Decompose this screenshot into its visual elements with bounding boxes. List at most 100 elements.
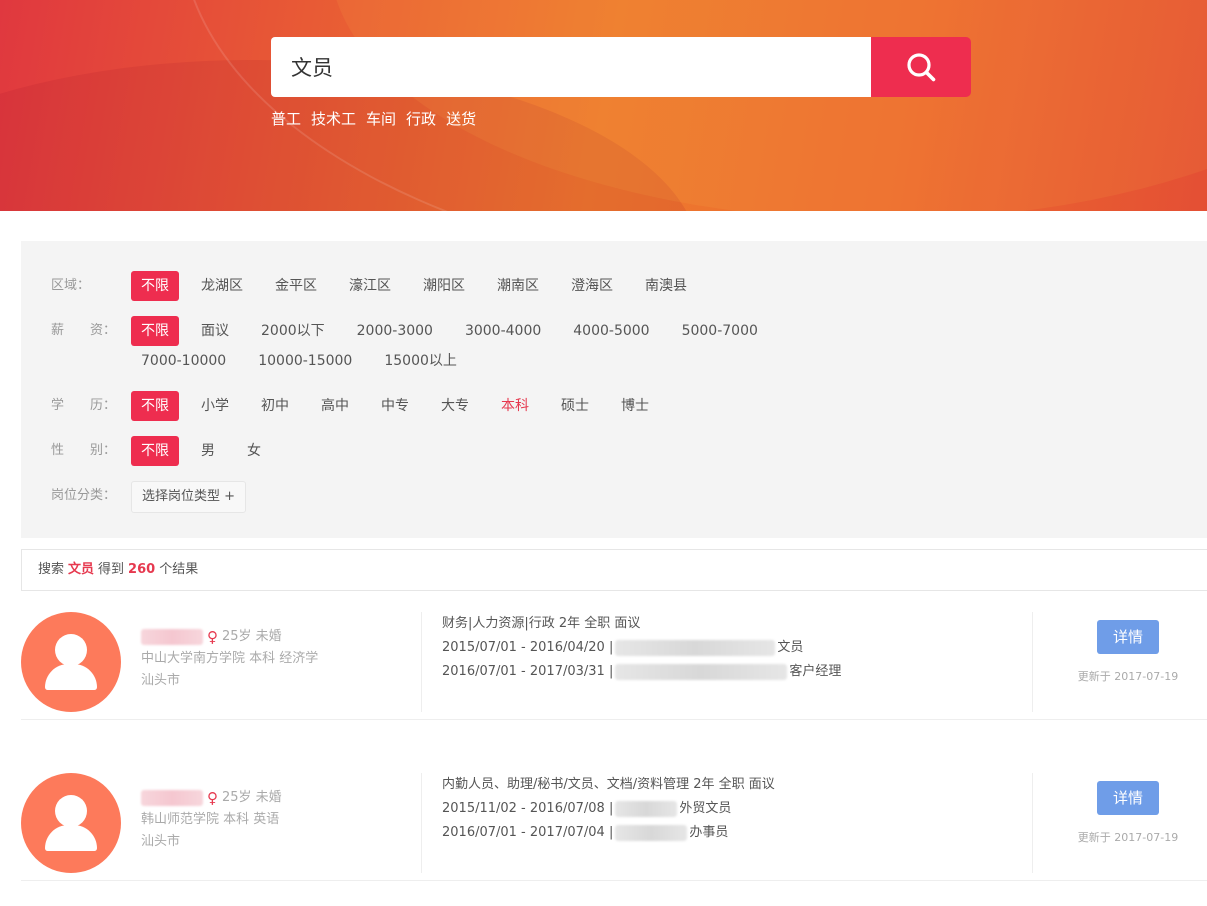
- experience-title: 办事员: [689, 825, 729, 840]
- filter-option[interactable]: 硕士: [551, 391, 599, 421]
- filter-label: 岗位分类：: [51, 488, 117, 503]
- search-bar: [271, 37, 971, 97]
- filter-label: 区域：: [51, 278, 91, 293]
- filter-option[interactable]: 5000-7000: [672, 316, 768, 346]
- hot-keyword-link[interactable]: 普工: [271, 108, 301, 129]
- hot-keyword-link[interactable]: 送货: [446, 108, 476, 129]
- filter-option[interactable]: 7000-10000: [131, 346, 236, 376]
- select-job-type-button[interactable]: 选择岗位类型 +: [131, 481, 247, 513]
- filter-option[interactable]: 10000-15000: [248, 346, 362, 376]
- age-marital: 25岁 未婚: [222, 629, 282, 644]
- filter-option[interactable]: 3000-4000: [455, 316, 551, 346]
- experience-title: 文员: [777, 640, 804, 655]
- blurred-company: [615, 801, 678, 817]
- card-actions: 详情 更新于 2017-07-19: [1073, 781, 1183, 845]
- filter-row-salary: 薪 资： 不限 面议 2000以下 2000-3000 3000-4000 40…: [51, 316, 871, 376]
- avatar-head: [55, 634, 87, 666]
- experience-title: 客户经理: [789, 664, 842, 679]
- filter-option-selected[interactable]: 不限: [131, 436, 179, 466]
- experience-date: 2015/07/01 - 2016/04/20 |: [442, 640, 614, 655]
- city: 汕头市: [141, 673, 181, 688]
- hero-banner: 普工 技术工 车间 行政 送货: [0, 0, 1207, 211]
- hot-keyword-link[interactable]: 技术工: [311, 108, 356, 129]
- filter-row-category: 岗位分类： 选择岗位类型 +: [51, 481, 247, 513]
- experience-date: 2016/07/01 - 2017/07/04 |: [442, 825, 614, 840]
- filter-option[interactable]: 2000以下: [251, 316, 335, 346]
- filter-label: 学 历：: [51, 398, 117, 413]
- avatar[interactable]: [21, 773, 121, 873]
- filter-option[interactable]: 面议: [191, 316, 239, 346]
- filter-option[interactable]: 初中: [251, 391, 299, 421]
- filter-row-gender: 性 别： 不限 男 女: [51, 436, 891, 466]
- filter-option[interactable]: 男: [191, 436, 225, 466]
- filter-option-selected[interactable]: 不限: [131, 316, 179, 346]
- school-degree-major: 韩山师范学院 本科 英语: [141, 812, 280, 827]
- filter-option[interactable]: 澄海区: [561, 271, 623, 301]
- blurred-company: [615, 640, 776, 656]
- filter-option[interactable]: 濠江区: [339, 271, 401, 301]
- candidate-info: ♀ 25岁 未婚 韩山师范学院 本科 英语 汕头市: [141, 787, 282, 853]
- filter-label: 性 别：: [51, 443, 117, 458]
- summary-suffix: 个结果: [159, 562, 199, 577]
- summary-keyword: 文员: [68, 562, 95, 577]
- blurred-company: [615, 664, 788, 680]
- job-experience: 财务|人力资源|行政 2年 全职 面议 2015/07/01 - 2016/04…: [442, 612, 841, 684]
- filter-option[interactable]: 女: [237, 436, 271, 466]
- hot-keyword-link[interactable]: 车间: [366, 108, 396, 129]
- filter-option[interactable]: 2000-3000: [347, 316, 443, 346]
- search-result-summary: 搜索 文员 得到 260 个结果: [21, 549, 1207, 591]
- filter-option[interactable]: 博士: [611, 391, 659, 421]
- filter-option[interactable]: 大专: [431, 391, 479, 421]
- detail-button[interactable]: 详情: [1097, 781, 1159, 815]
- divider: [1032, 612, 1033, 712]
- experience-date: 2015/11/02 - 2016/07/08 |: [442, 801, 614, 816]
- avatar[interactable]: [21, 612, 121, 712]
- avatar-body: [45, 664, 97, 690]
- divider: [421, 612, 422, 712]
- updated-date: 更新于 2017-07-19: [1077, 831, 1179, 844]
- school-degree-major: 中山大学南方学院 本科 经济学: [141, 651, 319, 666]
- filter-option[interactable]: 潮南区: [487, 271, 549, 301]
- filter-option-selected[interactable]: 不限: [131, 271, 179, 301]
- blurred-name: [141, 790, 203, 806]
- avatar-body: [45, 825, 97, 851]
- summary-middle: 得到: [98, 562, 125, 577]
- experience-date: 2016/07/01 - 2017/03/31 |: [442, 664, 614, 679]
- hot-keyword-link[interactable]: 行政: [406, 108, 436, 129]
- search-button[interactable]: [871, 37, 971, 97]
- search-icon: [907, 53, 936, 82]
- filter-option-selected[interactable]: 不限: [131, 391, 179, 421]
- job-intent: 内勤人员、助理/秘书/文员、文档/资料管理 2年 全职 面议: [442, 777, 775, 792]
- filter-option[interactable]: 潮阳区: [413, 271, 475, 301]
- avatar-head: [55, 795, 87, 827]
- filter-row-education: 学 历： 不限 小学 初中 高中 中专 大专 本科 硕士 博士: [51, 391, 891, 421]
- summary-count: 260: [128, 562, 156, 577]
- resume-card: ♀ 25岁 未婚 中山大学南方学院 本科 经济学 汕头市 财务|人力资源|行政 …: [21, 600, 1207, 720]
- filter-option[interactable]: 4000-5000: [563, 316, 659, 346]
- filter-row-area: 区域： 不限 龙湖区 金平区 濠江区 潮阳区 潮南区 澄海区 南澳县: [51, 271, 891, 301]
- filter-option[interactable]: 金平区: [265, 271, 327, 301]
- city: 汕头市: [141, 834, 181, 849]
- filter-option[interactable]: 中专: [371, 391, 419, 421]
- filter-option-highlighted[interactable]: 本科: [491, 391, 539, 421]
- filter-option[interactable]: 小学: [191, 391, 239, 421]
- updated-date: 更新于 2017-07-19: [1077, 670, 1179, 683]
- resume-card: ♀ 25岁 未婚 韩山师范学院 本科 英语 汕头市 内勤人员、助理/秘书/文员、…: [21, 761, 1207, 881]
- filter-option[interactable]: 15000以上: [374, 346, 467, 376]
- experience-title: 外贸文员: [679, 801, 732, 816]
- hot-keywords: 普工 技术工 车间 行政 送货: [271, 108, 476, 129]
- age-marital: 25岁 未婚: [222, 790, 282, 805]
- blurred-company: [615, 825, 688, 841]
- summary-prefix: 搜索: [38, 562, 65, 577]
- card-actions: 详情 更新于 2017-07-19: [1073, 620, 1183, 684]
- search-input[interactable]: [271, 37, 871, 97]
- candidate-info: ♀ 25岁 未婚 中山大学南方学院 本科 经济学 汕头市: [141, 626, 318, 692]
- filter-option[interactable]: 南澳县: [635, 271, 697, 301]
- female-icon: ♀: [207, 789, 218, 807]
- filter-option[interactable]: 高中: [311, 391, 359, 421]
- female-icon: ♀: [207, 628, 218, 646]
- job-intent: 财务|人力资源|行政 2年 全职 面议: [442, 616, 641, 631]
- filter-option[interactable]: 龙湖区: [191, 271, 253, 301]
- detail-button[interactable]: 详情: [1097, 620, 1159, 654]
- divider: [421, 773, 422, 873]
